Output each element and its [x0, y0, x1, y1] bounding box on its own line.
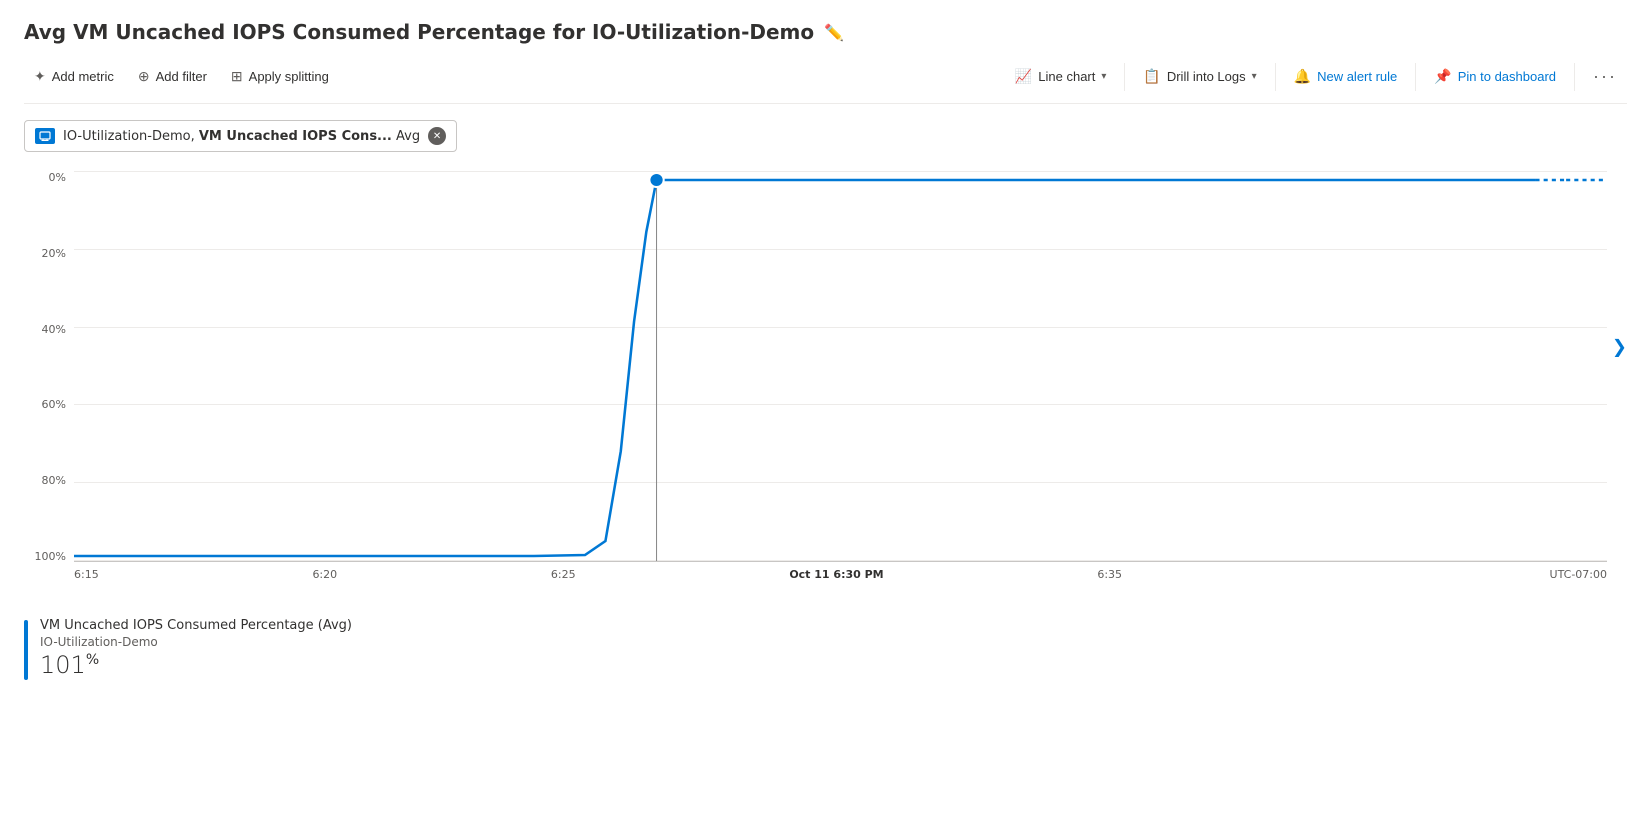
toolbar-divider-3	[1415, 63, 1416, 91]
x-label-620: 6:20	[312, 568, 337, 581]
toolbar: ✦ Add metric ⊕ Add filter ⊞ Apply splitt…	[24, 60, 1627, 104]
chart-area: 100% 80% 60% 40% 20% 0%	[24, 172, 1627, 602]
new-alert-rule-button[interactable]: 🔔 New alert rule	[1284, 62, 1408, 91]
right-arrow-button[interactable]: ❯	[1612, 337, 1627, 358]
chart-svg	[74, 172, 1607, 561]
y-label-20: 20%	[42, 248, 66, 259]
y-label-80: 80%	[42, 475, 66, 486]
legend-text: VM Uncached IOPS Consumed Percentage (Av…	[40, 618, 352, 679]
add-metric-button[interactable]: ✦ Add metric	[24, 62, 124, 91]
x-axis: 6:15 6:20 6:25 Oct 11 6:30 PM 6:35 UTC-0…	[74, 562, 1607, 581]
metric-pill-label: IO-Utilization-Demo, VM Uncached IOPS Co…	[63, 129, 420, 144]
legend-title: VM Uncached IOPS Consumed Percentage (Av…	[40, 618, 352, 633]
toolbar-divider-4	[1574, 63, 1575, 91]
chart-line	[74, 180, 1535, 556]
chart-peak-dot	[649, 173, 663, 187]
x-label-635: 6:35	[1097, 568, 1122, 581]
drill-logs-icon: 📋	[1143, 68, 1160, 85]
chart-canvas: ❯	[74, 172, 1607, 562]
add-filter-button[interactable]: ⊕ Add filter	[128, 62, 217, 91]
page-title: Avg VM Uncached IOPS Consumed Percentage…	[24, 20, 814, 44]
metric-pill: IO-Utilization-Demo, VM Uncached IOPS Co…	[24, 120, 457, 152]
drill-into-logs-button[interactable]: 📋 Drill into Logs ▾	[1133, 62, 1266, 91]
y-axis: 100% 80% 60% 40% 20% 0%	[24, 172, 72, 562]
pin-icon: 📌	[1434, 68, 1451, 85]
legend-value: 101%	[40, 651, 352, 679]
line-chart-icon: 📈	[1015, 68, 1032, 85]
edit-icon[interactable]: ✏️	[824, 23, 844, 42]
legend-area: VM Uncached IOPS Consumed Percentage (Av…	[24, 610, 1627, 680]
toolbar-divider-1	[1124, 63, 1125, 91]
line-chart-button[interactable]: 📈 Line chart ▾	[1005, 62, 1117, 91]
line-chart-chevron: ▾	[1101, 71, 1106, 82]
add-metric-icon: ✦	[34, 68, 46, 85]
x-label-630: Oct 11 6:30 PM	[789, 568, 883, 581]
toolbar-divider-2	[1275, 63, 1276, 91]
legend-subtitle: IO-Utilization-Demo	[40, 635, 352, 649]
add-filter-icon: ⊕	[138, 68, 150, 85]
apply-splitting-button[interactable]: ⊞ Apply splitting	[221, 62, 339, 91]
apply-splitting-icon: ⊞	[231, 68, 243, 85]
legend-color-bar	[24, 620, 28, 680]
x-label-615: 6:15	[74, 568, 99, 581]
y-label-100: 100%	[35, 551, 66, 562]
metric-pill-vm-icon	[35, 128, 55, 144]
y-label-40: 40%	[42, 324, 66, 335]
pin-to-dashboard-button[interactable]: 📌 Pin to dashboard	[1424, 62, 1566, 91]
alert-rule-icon: 🔔	[1294, 68, 1311, 85]
y-label-0: 0%	[49, 172, 66, 183]
drill-logs-chevron: ▾	[1252, 71, 1257, 82]
more-options-button[interactable]: ···	[1583, 60, 1627, 93]
x-label-utc: UTC-07:00	[1550, 568, 1607, 581]
metric-pill-close-button[interactable]: ✕	[428, 127, 446, 145]
x-label-625: 6:25	[551, 568, 576, 581]
y-label-60: 60%	[42, 399, 66, 410]
